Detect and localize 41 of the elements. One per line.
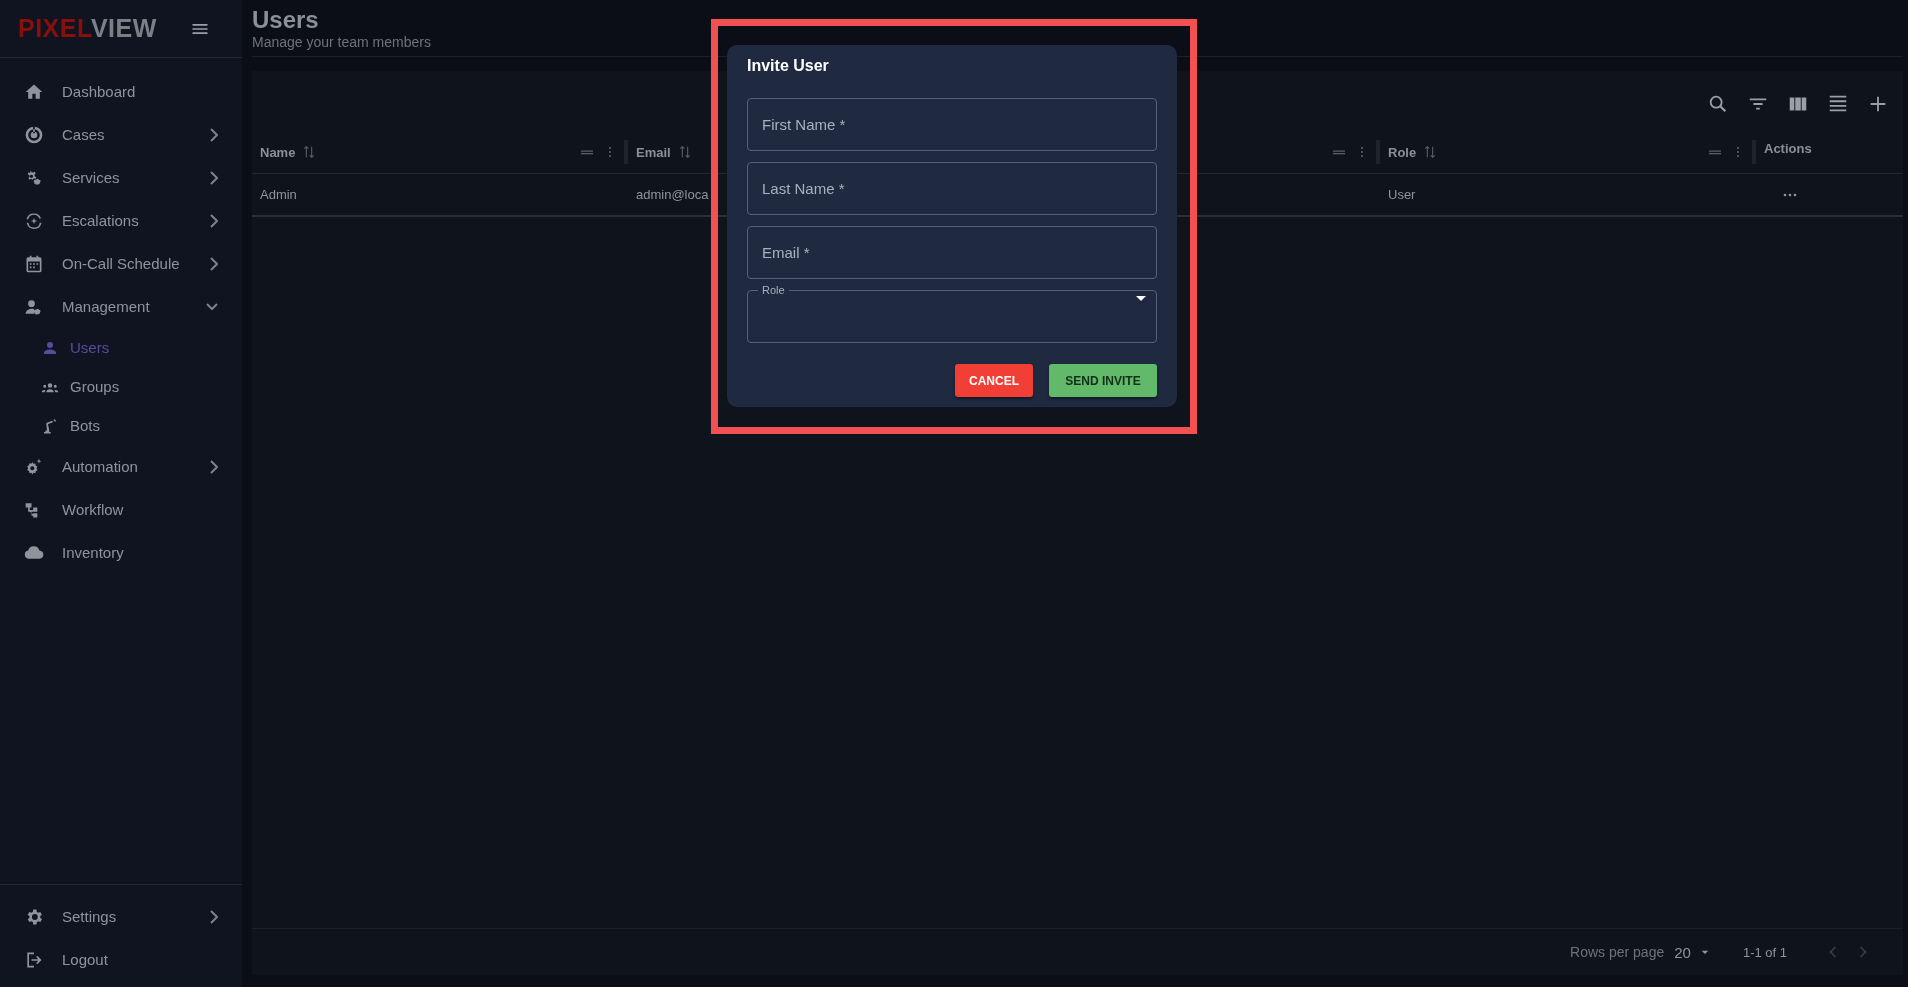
nav-item[interactable]: Services: [0, 156, 242, 199]
calendar-icon: [24, 253, 44, 274]
page-title: Users: [252, 6, 320, 34]
column-title: Email: [636, 144, 671, 160]
column-header[interactable]: Name: [252, 131, 628, 173]
cancel-button[interactable]: CANCEL: [955, 364, 1033, 397]
nav-item[interactable]: Workflow: [0, 488, 242, 531]
nav-item[interactable]: Management: [0, 285, 242, 328]
rows-per-page-label: Rows per page: [1570, 944, 1665, 960]
table-cell: User: [1388, 187, 1416, 202]
table-cell: admin@loca: [636, 187, 709, 202]
dialog-title: Invite User: [747, 57, 830, 75]
target-icon: [24, 124, 44, 145]
column-header[interactable]: Role: [1380, 131, 1756, 173]
nav-item[interactable]: Settings: [0, 895, 242, 938]
robot-arm-icon: [41, 416, 59, 435]
column-title: Role: [1388, 144, 1417, 160]
send-invite-button[interactable]: SEND INVITE: [1049, 364, 1157, 397]
nav-item[interactable]: Dashboard: [0, 70, 242, 113]
text-field[interactable]: First Name *: [747, 98, 1157, 151]
search-icon[interactable]: [1707, 93, 1729, 115]
text-field[interactable]: Email *: [747, 226, 1157, 279]
nav-item[interactable]: Inventory: [0, 531, 242, 574]
column-header[interactable]: Actions: [1756, 131, 1903, 156]
page-range: 1-1 of 1: [1742, 944, 1787, 960]
nav-subitem[interactable]: Bots: [0, 406, 242, 445]
role-select[interactable]: Role: [747, 284, 1157, 343]
nav-item[interactable]: Automation: [0, 445, 242, 488]
nav-item[interactable]: Escalations: [0, 199, 242, 242]
column-title: Name: [260, 144, 296, 160]
nav-subitem[interactable]: Groups: [0, 367, 242, 406]
text-field[interactable]: Last Name *: [747, 162, 1157, 215]
caret-icon: [1136, 296, 1146, 301]
column-title: Actions: [1764, 141, 1812, 156]
nav-item[interactable]: Cases: [0, 113, 242, 156]
page-subtitle: Manage your team members: [252, 34, 432, 50]
nav-item[interactable]: On-Call Schedule: [0, 242, 242, 285]
nav-item[interactable]: Logout: [0, 938, 242, 981]
logo: PIXELVIEW: [18, 14, 157, 43]
rows-per-page-select[interactable]: 20: [1674, 943, 1713, 961]
table-cell: Admin: [260, 187, 297, 202]
